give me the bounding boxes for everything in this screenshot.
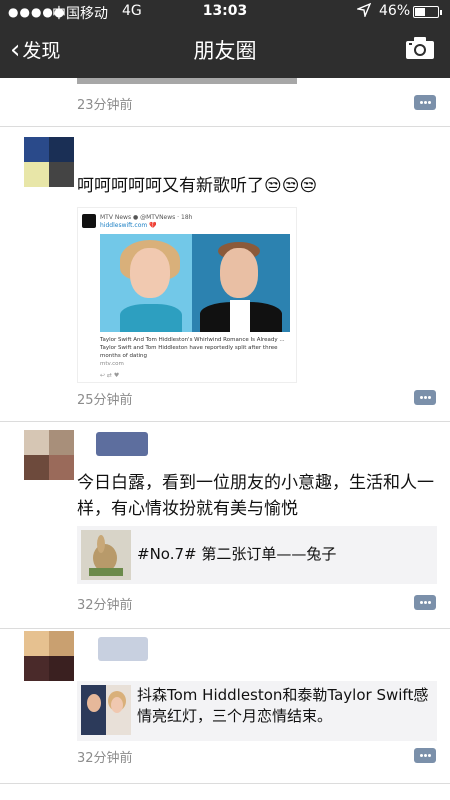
moments-feed[interactable]: 23分钟前 呵呵呵呵呵又有新歌听了😒😒😒 MTV News ● @MTVNews… xyxy=(0,78,450,800)
post-timestamp: 32分钟前 xyxy=(77,751,133,766)
tweet-subheader: hiddleswift.com 💔 xyxy=(100,222,157,229)
shared-image-bottom-edge xyxy=(77,78,297,84)
avatar[interactable] xyxy=(24,631,74,681)
moment-post: 抖森Tom Hiddleston和泰勒Taylor Swift感情亮红灯，三个月… xyxy=(0,629,450,783)
post-timestamp: 25分钟前 xyxy=(77,393,133,408)
moment-post: 23分钟前 xyxy=(0,78,450,127)
moment-post: 今日白露，看到一位朋友的小意趣，生活和人一样，有心情妆扮就有美与愉悦 #No.7… xyxy=(0,422,450,628)
post-divider xyxy=(0,783,450,784)
battery-icon xyxy=(413,6,442,18)
comment-icon[interactable] xyxy=(414,390,436,405)
battery-percent: 46% xyxy=(379,3,411,19)
post-timestamp: 23分钟前 xyxy=(77,98,133,113)
top-bar: ●●●●● 中国移动 4G 13:03 46% ‹ 发现 朋友圈 xyxy=(0,0,450,78)
link-thumbnail xyxy=(81,530,131,580)
comment-icon[interactable] xyxy=(414,748,436,763)
tweet-source: mtv.com xyxy=(100,361,124,367)
post-timestamp: 32分钟前 xyxy=(77,598,133,613)
nav-bar: ‹ 发现 朋友圈 xyxy=(0,24,450,78)
status-bar: ●●●●● 中国移动 4G 13:03 46% xyxy=(0,0,450,24)
camera-button[interactable] xyxy=(405,36,435,62)
avatar[interactable] xyxy=(24,137,74,187)
tweet-actions: ↩ ⇄ ♥ xyxy=(100,372,120,379)
mtv-logo-icon xyxy=(82,214,96,228)
avatar[interactable] xyxy=(24,430,74,480)
camera-icon xyxy=(406,37,434,59)
post-text: 呵呵呵呵呵又有新歌听了😒😒😒 xyxy=(77,176,318,196)
link-title: 抖森Tom Hiddleston和泰勒Taylor Swift感情亮红灯，三个月… xyxy=(137,686,429,725)
page-title: 朋友圈 xyxy=(193,39,257,63)
tweet-photo xyxy=(100,234,290,332)
tweet-caption: Taylor Swift And Tom Hiddleston's Whirlw… xyxy=(100,337,285,359)
tweet-header: MTV News ● @MTVNews · 18h xyxy=(100,214,193,221)
battery-fill xyxy=(415,8,425,16)
shared-image[interactable]: MTV News ● @MTVNews · 18h hiddleswift.co… xyxy=(77,207,297,383)
link-title: #No.7# 第二张订单——兔子 xyxy=(137,545,337,563)
nickname[interactable] xyxy=(96,432,148,456)
link-card[interactable]: 抖森Tom Hiddleston和泰勒Taylor Swift感情亮红灯，三个月… xyxy=(77,681,437,741)
comment-icon[interactable] xyxy=(414,595,436,610)
moment-post: 呵呵呵呵呵又有新歌听了😒😒😒 MTV News ● @MTVNews · 18h… xyxy=(0,127,450,421)
link-card[interactable]: #No.7# 第二张订单——兔子 xyxy=(77,526,437,584)
location-arrow-icon xyxy=(355,2,372,21)
post-text: 今日白露，看到一位朋友的小意趣，生活和人一样，有心情妆扮就有美与愉悦 xyxy=(77,473,434,519)
nickname[interactable] xyxy=(98,637,148,661)
comment-icon[interactable] xyxy=(414,95,436,110)
link-thumbnail xyxy=(81,685,131,735)
